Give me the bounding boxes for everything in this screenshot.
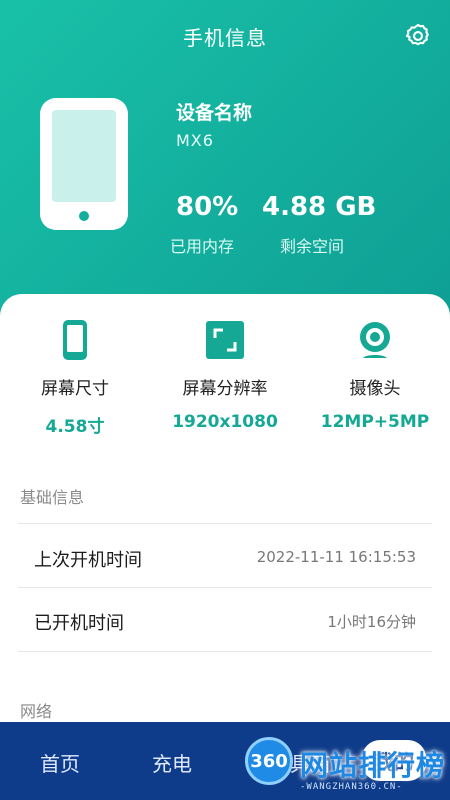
uptime-value: 1小时16分钟 (327, 613, 416, 631)
phone-icon (63, 320, 87, 360)
free-space-value: 4.88 GB (262, 192, 377, 222)
uptime-label: 已开机时间 (34, 613, 124, 634)
tab-home[interactable]: 首页 (40, 748, 80, 777)
header-panel: 手机信息 设备名称 MX6 80% 已用内存 4.88 GB 剩余空间 (0, 0, 450, 330)
gear-icon[interactable] (404, 22, 432, 50)
camera-value: 12MP+5MP (320, 412, 430, 432)
network-section-title: 网络 (20, 702, 53, 721)
watermark-url: -WANGZHAN360.CN- (300, 782, 403, 792)
last-boot-value: 2022-11-11 16:15:53 (256, 548, 416, 566)
page-title: 手机信息 (183, 25, 267, 50)
free-space-label: 剩余空间 (280, 237, 345, 256)
watermark-logo: 360 (245, 737, 293, 785)
used-memory-label: 已用内存 (170, 237, 235, 256)
divider (18, 651, 432, 652)
screen-size-label: 屏幕尺寸 (41, 379, 109, 399)
camera-label: 摄像头 (349, 379, 401, 399)
watermark-text: 网站排行榜 (300, 749, 446, 782)
camera-icon (360, 322, 390, 358)
screen-resolution-value: 1920x1080 (172, 412, 278, 432)
divider (18, 523, 432, 524)
top-bar: 手机信息 (0, 0, 450, 72)
screen-resolution-icon (206, 321, 244, 359)
device-name-value: MX6 (176, 131, 214, 150)
last-boot-label: 上次开机时间 (34, 550, 142, 571)
used-memory-value: 80% (176, 192, 239, 222)
phone-info-screen: 手机信息 设备名称 MX6 80% 已用内存 4.88 GB 剩余空间 屏幕尺寸… (0, 0, 450, 800)
basic-info-section-title: 基础信息 (20, 488, 85, 507)
tab-charging[interactable]: 充电 (152, 748, 192, 777)
divider (18, 587, 432, 588)
screen-size-value: 4.58寸 (45, 417, 105, 437)
phone-illustration-icon (40, 98, 128, 230)
device-name-label: 设备名称 (176, 102, 253, 124)
screen-resolution-label: 屏幕分辨率 (182, 379, 268, 399)
